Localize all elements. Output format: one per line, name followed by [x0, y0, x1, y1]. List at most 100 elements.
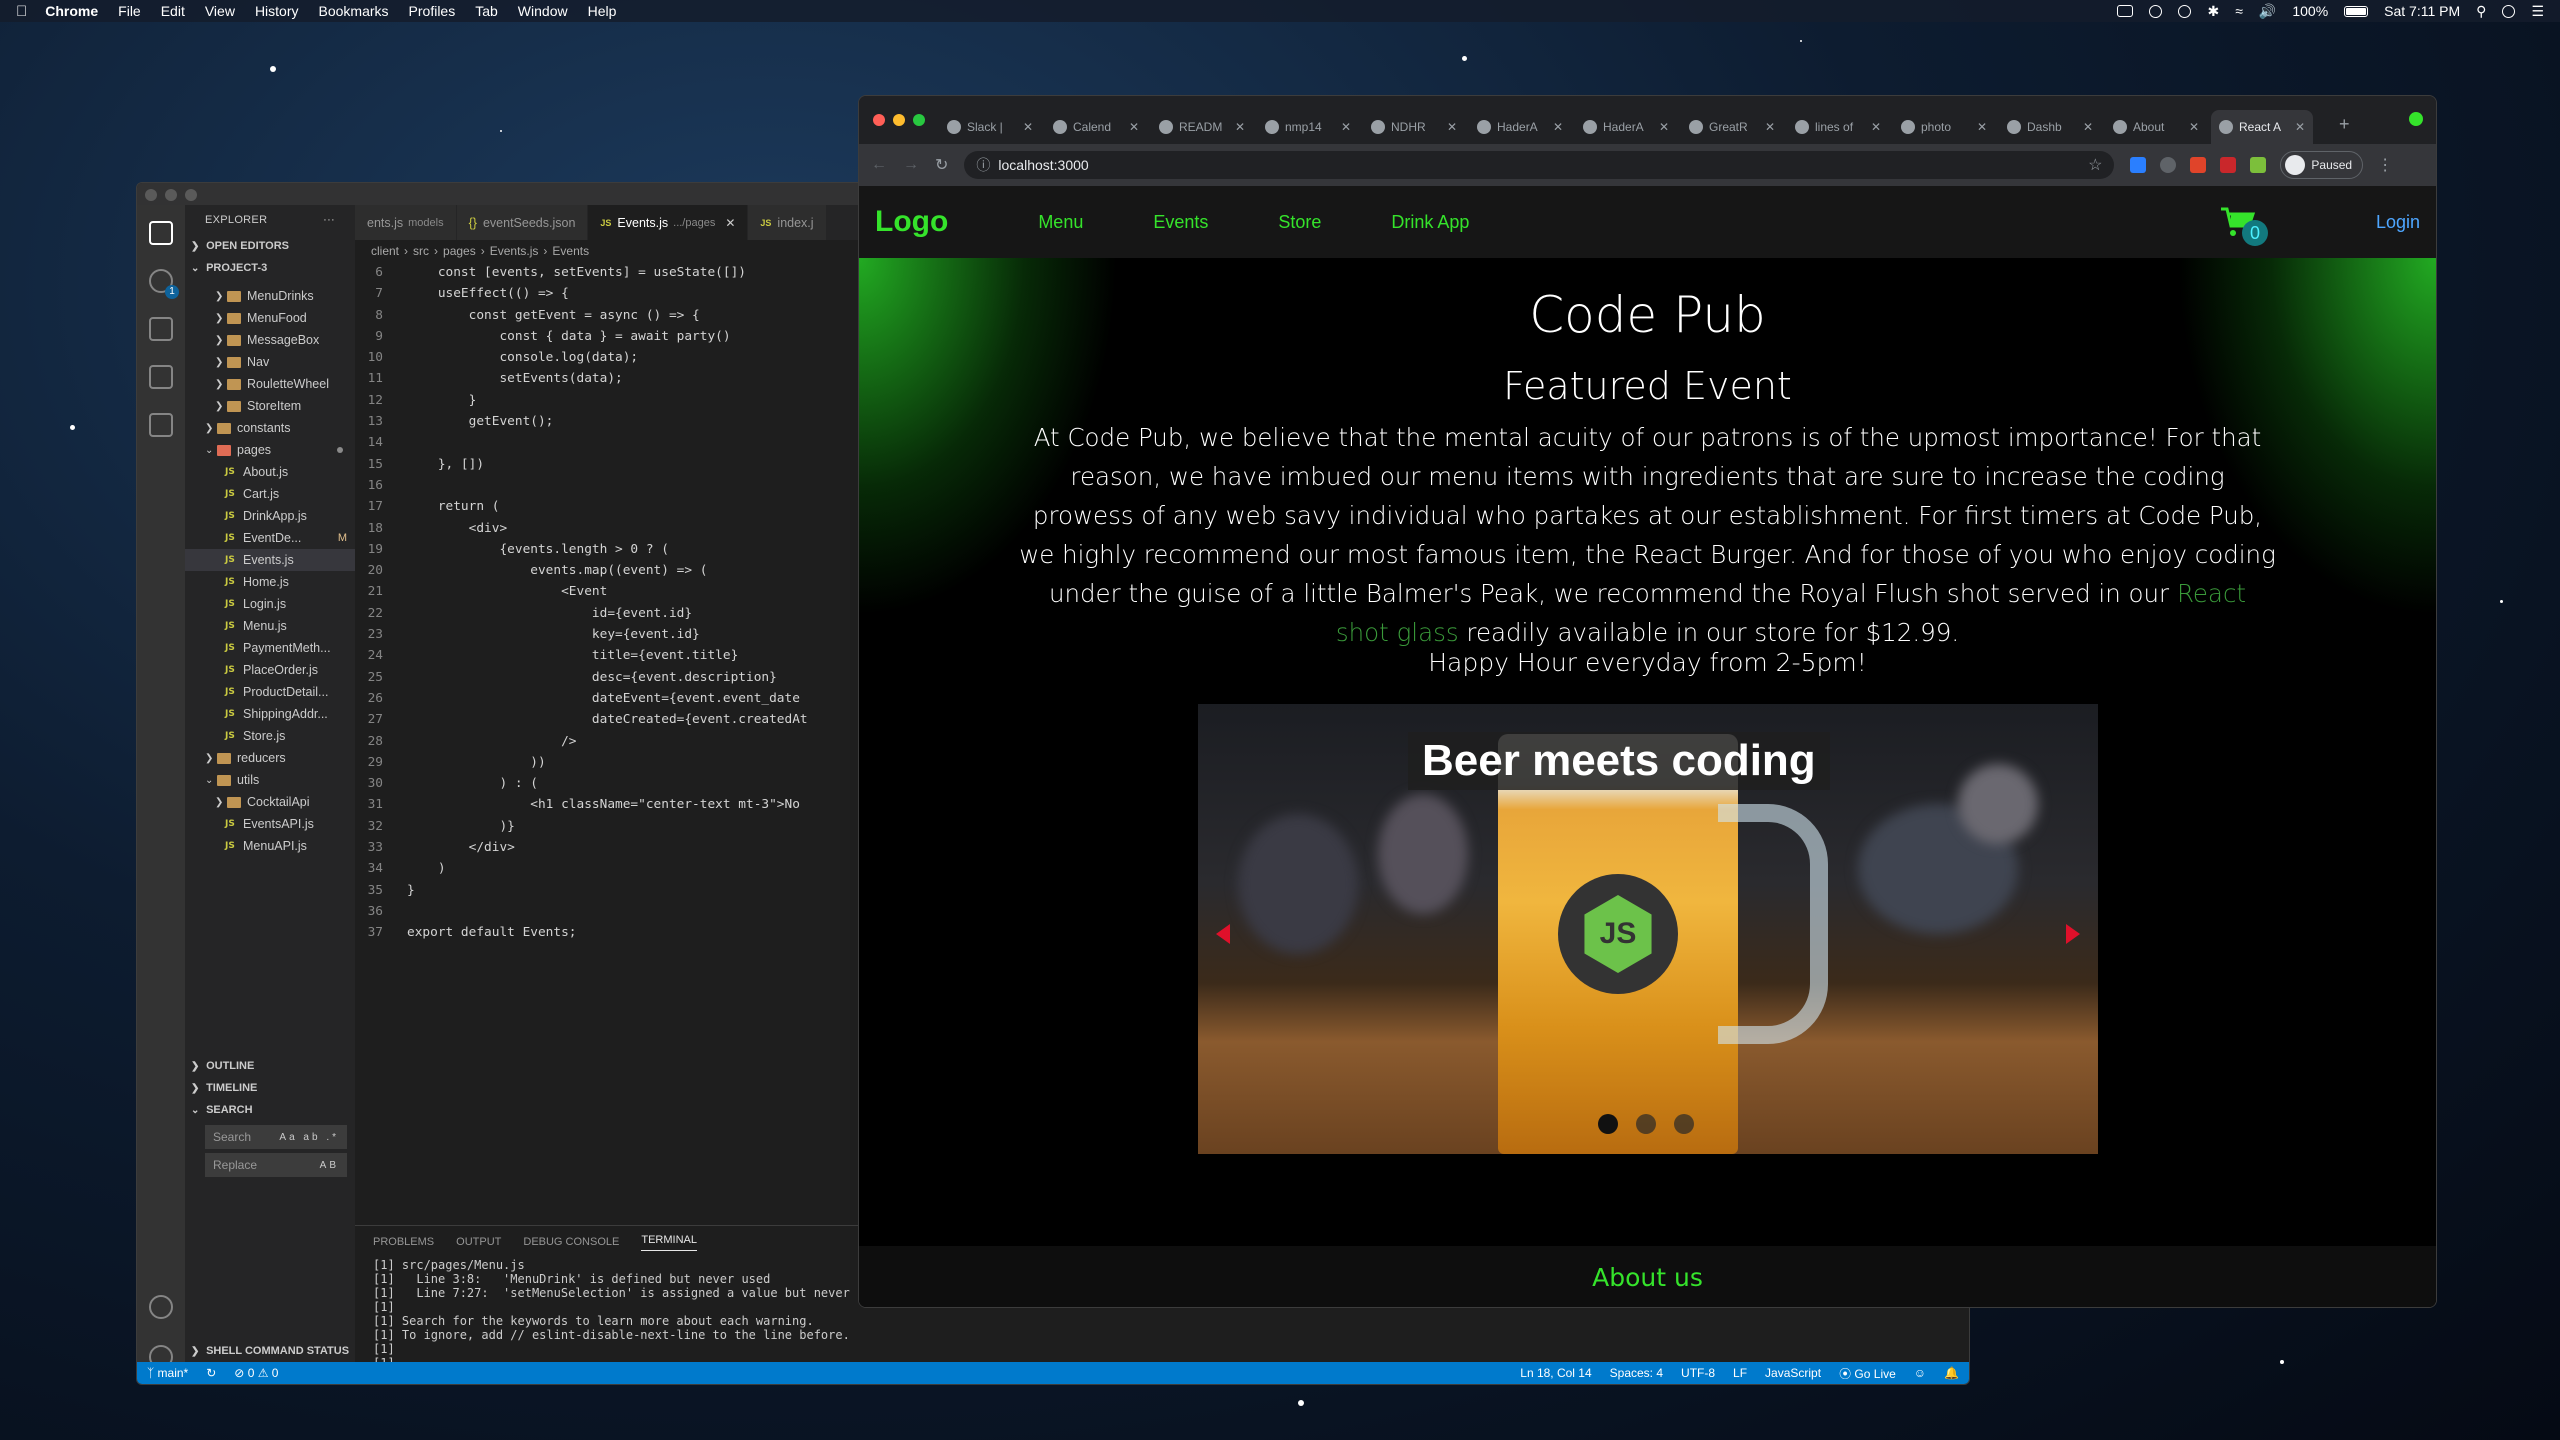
replace-input[interactable]: Replace AB	[205, 1153, 347, 1177]
file-item[interactable]: JS ShippingAddr...	[185, 703, 355, 725]
folder-item[interactable]: ⌄ pages	[185, 439, 355, 461]
window-controls[interactable]	[145, 189, 197, 201]
folder-item[interactable]: ⌄ utils	[185, 769, 355, 791]
timeline-section[interactable]: ❯ TIMELINE	[185, 1077, 355, 1099]
login-link[interactable]: Login	[2376, 212, 2420, 233]
forward-icon[interactable]: →	[903, 156, 919, 174]
file-item[interactable]: JS Login.js	[185, 593, 355, 615]
folder-item[interactable]: ❯ Nav	[185, 351, 355, 373]
open-editors-section[interactable]: ❯ OPEN EDITORS	[185, 235, 355, 257]
editor-tab[interactable]: JS index.j	[748, 205, 827, 240]
battery-icon[interactable]	[2344, 5, 2369, 17]
file-item[interactable]: JS Cart.js	[185, 483, 355, 505]
close-tab-icon[interactable]: ✕	[2289, 120, 2305, 134]
chrome-tab[interactable]: photo ✕	[1893, 110, 1995, 144]
extensions-icon[interactable]	[149, 365, 173, 389]
language-mode[interactable]: JavaScript	[1765, 1366, 1821, 1380]
chrome-tab[interactable]: HaderA ✕	[1469, 110, 1571, 144]
close-tab-icon[interactable]: ✕	[1971, 120, 1987, 134]
close-tab-icon[interactable]: ✕	[1335, 120, 1351, 134]
search-options-icon[interactable]: Aa ab .*	[279, 1132, 339, 1143]
folder-item[interactable]: ❯ StoreItem	[185, 395, 355, 417]
panel-tab-output[interactable]: OUTPUT	[456, 1236, 501, 1248]
menu-history[interactable]: History	[255, 3, 299, 19]
end-of-line[interactable]: LF	[1733, 1366, 1747, 1380]
go-live-button[interactable]: ⦿ Go Live	[1839, 1365, 1896, 1382]
search-section[interactable]: ⌄ SEARCH	[185, 1099, 355, 1121]
file-item[interactable]: JS Events.js	[185, 549, 355, 571]
close-tab-icon[interactable]: ✕	[1865, 120, 1881, 134]
shell-command-section[interactable]: ❯ SHELL COMMAND STATUS	[185, 1340, 355, 1362]
panel-tab-terminal[interactable]: TERMINAL	[641, 1234, 697, 1251]
close-tab-icon[interactable]: ✕	[1123, 120, 1139, 134]
chrome-tab[interactable]: Dashb ✕	[1999, 110, 2101, 144]
menu-app-name[interactable]: Chrome	[45, 3, 98, 19]
close-tab-icon[interactable]: ✕	[1653, 120, 1669, 134]
chrome-tab[interactable]: About ✕	[2105, 110, 2207, 144]
chrome-menu-icon[interactable]: ⋮	[2377, 155, 2393, 175]
outline-section[interactable]: ❯ OUTLINE	[185, 1055, 355, 1077]
menu-profiles[interactable]: Profiles	[409, 3, 456, 19]
remote-explorer-icon[interactable]	[149, 413, 173, 437]
back-icon[interactable]: ←	[871, 156, 887, 174]
editor-tab[interactable]: ents.js models	[355, 205, 457, 240]
project-section[interactable]: ⌄ PROJECT-3	[185, 257, 355, 279]
apple-icon[interactable]: 	[16, 3, 27, 20]
close-tab-icon[interactable]: ✕	[1017, 120, 1033, 134]
event-carousel[interactable]: JS Beer meets coding	[1198, 704, 2098, 1154]
file-item[interactable]: JS Store.js	[185, 725, 355, 747]
file-item[interactable]: JS PaymentMeth...	[185, 637, 355, 659]
extension-icon[interactable]	[2130, 157, 2147, 173]
folder-item[interactable]: ❯ MenuFood	[185, 307, 355, 329]
menu-clock[interactable]: Sat 7:11 PM	[2384, 3, 2460, 19]
control-center-icon[interactable]: ☰	[2531, 3, 2544, 20]
menu-tab[interactable]: Tab	[475, 3, 498, 19]
chrome-tab[interactable]: Calend ✕	[1045, 110, 1147, 144]
menu-view[interactable]: View	[205, 3, 235, 19]
file-item[interactable]: JS EventDe... M	[185, 527, 355, 549]
close-tab-icon[interactable]: ✕	[1547, 120, 1563, 134]
screen-icon[interactable]	[2117, 5, 2134, 17]
carousel-indicator-dot[interactable]	[1674, 1114, 1694, 1134]
panel-tab-problems[interactable]: PROBLEMS	[373, 1236, 434, 1248]
close-tab-icon[interactable]: ✕	[2183, 120, 2199, 134]
profile-button[interactable]: Paused	[2280, 151, 2364, 179]
search-input[interactable]: Search Aa ab .*	[205, 1125, 347, 1149]
chrome-tab[interactable]: lines of ✕	[1787, 110, 1889, 144]
window-controls[interactable]	[873, 114, 925, 126]
breadcrumb-item[interactable]: client	[371, 244, 399, 258]
extension-icon[interactable]	[2220, 157, 2237, 173]
menu-file[interactable]: File	[118, 3, 141, 19]
chrome-tab[interactable]: nmp14 ✕	[1257, 110, 1359, 144]
chrome-tab[interactable]: READM ✕	[1151, 110, 1253, 144]
file-item[interactable]: JS ProductDetail...	[185, 681, 355, 703]
folder-item[interactable]: ❯ MenuDrinks	[185, 285, 355, 307]
feedback-icon[interactable]: ☺	[1914, 1366, 1926, 1380]
carousel-indicator-dot[interactable]	[1598, 1114, 1618, 1134]
folder-item[interactable]: ❯ MessageBox	[185, 329, 355, 351]
time-machine-icon[interactable]	[2178, 4, 2192, 18]
file-item[interactable]: JS PlaceOrder.js	[185, 659, 355, 681]
file-item[interactable]: JS DrinkApp.js	[185, 505, 355, 527]
nav-link-store[interactable]: Store	[1278, 212, 1321, 233]
explorer-icon[interactable]	[149, 221, 173, 245]
folder-item[interactable]: ❯ reducers	[185, 747, 355, 769]
cloud-icon[interactable]	[2149, 4, 2163, 18]
reload-icon[interactable]: ↻	[935, 155, 948, 175]
folder-item[interactable]: ❯ constants	[185, 417, 355, 439]
nav-link-drink-app[interactable]: Drink App	[1391, 212, 1469, 233]
folder-item[interactable]: ❯ RouletteWheel	[185, 373, 355, 395]
nav-link-events[interactable]: Events	[1153, 212, 1208, 233]
volume-icon[interactable]: 🔊	[2259, 3, 2276, 20]
wifi-icon[interactable]: ≈	[2235, 3, 2243, 19]
encoding[interactable]: UTF-8	[1681, 1366, 1715, 1380]
close-tab-icon[interactable]: ✕	[725, 216, 735, 230]
account-icon[interactable]	[149, 1295, 173, 1319]
menu-window[interactable]: Window	[518, 3, 568, 19]
file-item[interactable]: JS Home.js	[185, 571, 355, 593]
site-logo[interactable]: Logo	[875, 205, 948, 239]
breadcrumb-item[interactable]: Events.js	[490, 244, 539, 258]
problems-indicator[interactable]: ⊘ 0 ⚠ 0	[234, 1366, 278, 1380]
breadcrumb-item[interactable]: pages	[443, 244, 476, 258]
more-actions-icon[interactable]: ···	[323, 214, 335, 226]
